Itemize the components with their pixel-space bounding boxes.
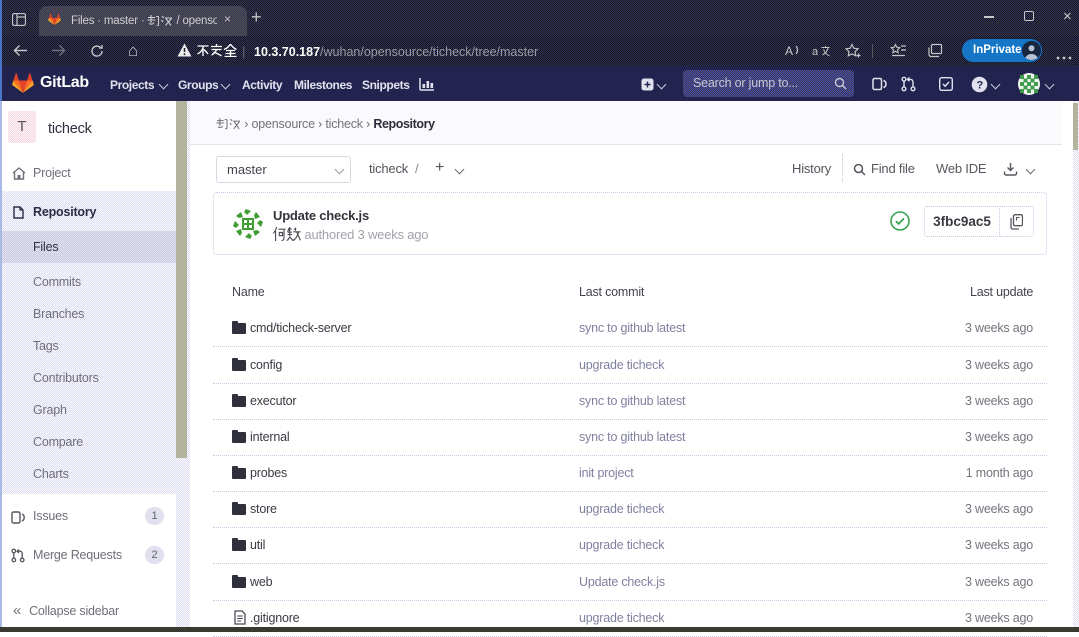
svg-text:?: ? (977, 80, 984, 92)
svg-text:A: A (785, 44, 793, 58)
svg-text:a: a (812, 46, 819, 57)
